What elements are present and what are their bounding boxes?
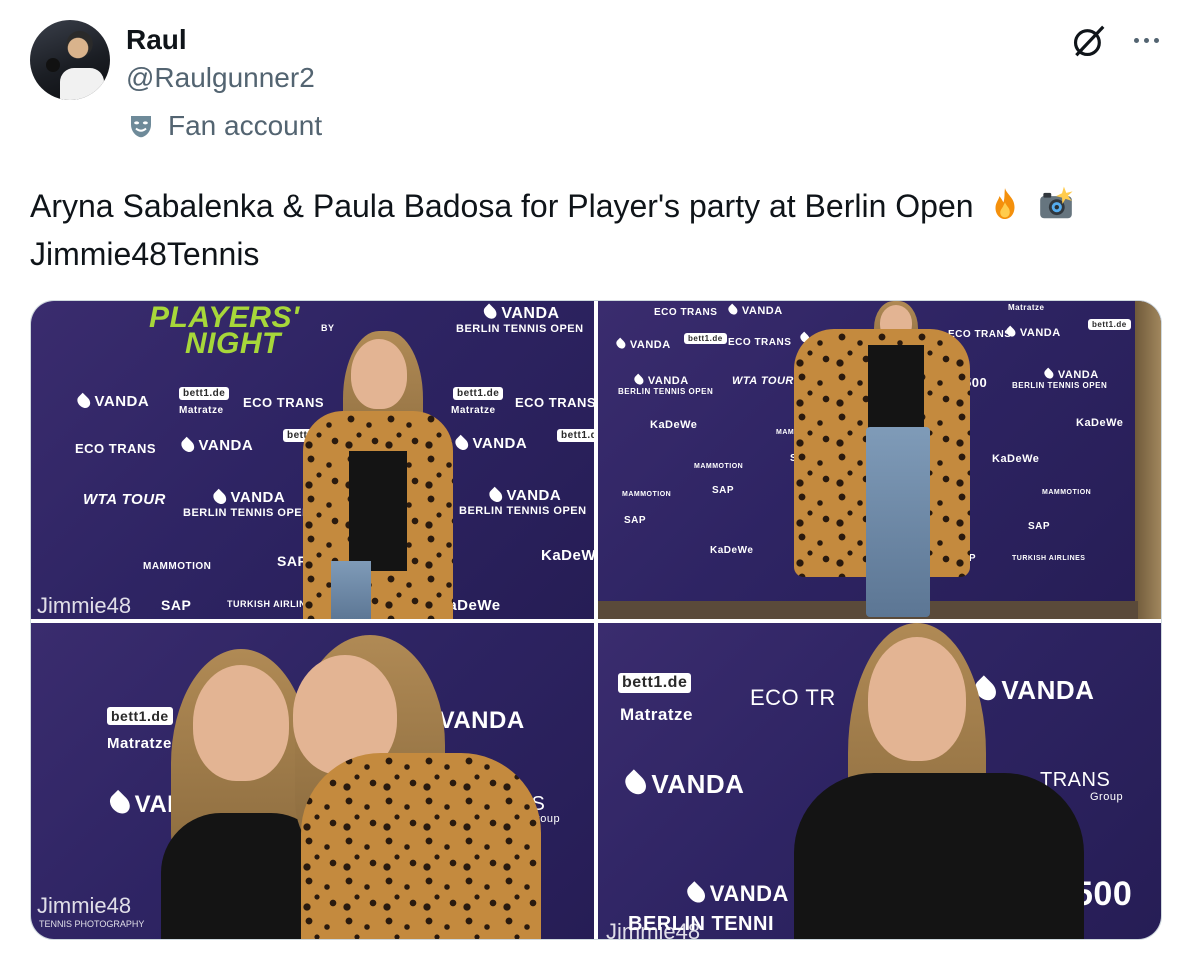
logo-vanda: VANDA <box>181 437 253 454</box>
logo-sap: SAP <box>1028 521 1051 532</box>
logo-sap: SAP <box>712 485 735 496</box>
logo-turkish-airlines: TURKISH AIRLINES <box>1012 555 1086 562</box>
account-label: Fan account <box>126 110 322 142</box>
logo-vanda: VANDA <box>1044 369 1099 381</box>
photographer-watermark: Jimmie48 <box>606 919 701 940</box>
logo-ecotrans: ECO TRANS <box>75 441 157 456</box>
logo-vanda: VANDA <box>616 339 671 351</box>
logo-bett1: bett1.de <box>1088 319 1131 330</box>
logo-wta-tour: WTA TOUR <box>83 491 166 508</box>
logo-kadewe: KaDeWe <box>1076 417 1124 429</box>
photographer-watermark: Jimmie48 <box>37 893 132 918</box>
logo-ecotrans: ECO TR <box>750 685 836 710</box>
display-name[interactable]: Raul <box>126 24 187 56</box>
logo-group: Group <box>1090 791 1124 803</box>
logo-berlin-tennis-open: BERLIN TENNIS OPEN <box>456 323 584 335</box>
logo-mammotion: MAMMOTION <box>694 463 744 470</box>
grok-icon[interactable] <box>1070 22 1108 60</box>
logo-berlin-tennis-open: BERLIN TENNIS OPEN <box>1012 381 1108 390</box>
logo-vanda: VANDA <box>728 305 783 317</box>
players-night-headline: PLAYERS' NIGHT <box>149 301 300 360</box>
logo-kadewe: KaDeWe <box>650 419 698 431</box>
logo-bett1: bett1.de <box>618 673 692 693</box>
logo-vanda: VANDA <box>686 881 789 907</box>
logo-bett1: bett1.de <box>107 707 173 725</box>
logo-ecotrans: ECO TRANS <box>728 337 792 348</box>
logo-vanda: VANDA <box>455 435 527 452</box>
logo-kadewe: KaDeWe <box>992 453 1040 465</box>
photo-4[interactable]: bett1.de Matratze ECO TR VANDA VANDA TRA… <box>598 623 1161 940</box>
by-label: BY <box>321 323 335 333</box>
logo-matratze: Matratze <box>620 705 693 724</box>
logo-berlin-tennis-open: BERLIN TENNIS OPEN <box>459 505 587 517</box>
logo-matratze: Matratze <box>1008 303 1045 312</box>
more-options-icon[interactable] <box>1126 22 1166 58</box>
tweet-text: Aryna Sabalenka & Paula Badosa for Playe… <box>30 182 1170 278</box>
logo-kadewe: KaDeWe <box>710 545 754 556</box>
logo-matratze: Matratze <box>179 405 224 416</box>
logo-sap: SAP <box>161 597 192 613</box>
tweet-text-line2: Jimmie48Tennis <box>30 236 260 272</box>
camera-flash-emoji-icon <box>1040 186 1073 219</box>
logo-vanda: VANDA <box>483 305 560 323</box>
avatar-mic <box>46 58 60 72</box>
photo-3[interactable]: bett1.de Matratze VANDA VANDA TRANS Grou… <box>31 623 594 939</box>
photo-2[interactable]: ECO TRANS VANDA Matratze VANDA bett1.de … <box>598 301 1161 619</box>
logo-vanda: VANDA <box>489 487 561 504</box>
photographer-watermark: Jimmie48 <box>37 593 132 618</box>
theater-mask-icon <box>131 116 151 138</box>
logo-vanda: VANDA <box>213 489 285 506</box>
logo-kadewe: KaDeWe <box>541 547 594 564</box>
logo-matratze: Matratze <box>451 405 496 416</box>
tweet: Raul @Raulgunner2 Fan account Aryna Saba… <box>0 0 1192 958</box>
logo-vanda: VANDA <box>77 393 149 410</box>
logo-wta-tour: WTA TOUR <box>732 375 794 387</box>
logo-bett1: bett1.de <box>684 333 727 344</box>
logo-vanda: VANDA <box>1006 327 1061 339</box>
logo-ecotrans: ECO TRANS <box>515 395 594 410</box>
logo-vanda: VANDA <box>974 675 1094 706</box>
logo-mammotion: MAMMOTION <box>1042 489 1092 496</box>
logo-bett1: bett1.de <box>557 429 594 442</box>
logo-mammotion: MAMMOTION <box>622 491 672 498</box>
logo-berlin-tennis-open: BERLIN TENNIS OPEN <box>183 507 311 519</box>
user-handle[interactable]: @Raulgunner2 <box>126 62 315 94</box>
photo-1[interactable]: PLAYERS' NIGHT BY VANDA BERLIN TENNIS OP… <box>31 301 594 619</box>
logo-ecotrans: ECO TRANS <box>243 395 325 410</box>
avatar-shirt <box>60 68 104 100</box>
logo-vanda: VANDA <box>634 375 689 387</box>
account-label-text: Fan account <box>168 110 323 141</box>
logo-bett1: bett1.de <box>453 387 504 400</box>
media-grid: PLAYERS' NIGHT BY VANDA BERLIN TENNIS OP… <box>30 300 1162 940</box>
logo-berlin-tennis-open: BERLIN TENNIS OPEN <box>618 387 714 396</box>
logo-sap: SAP <box>624 515 647 526</box>
logo-ecotrans: ECO TRANS <box>654 307 718 318</box>
fire-emoji-icon <box>995 188 1015 220</box>
logo-bett1: bett1.de <box>179 387 230 400</box>
logo-matratze: Matratze <box>107 735 172 752</box>
avatar[interactable] <box>30 20 110 100</box>
logo-ecotrans: ECO TRANS <box>948 329 1012 340</box>
logo-mammotion: MAMMOTION <box>143 561 212 572</box>
tweet-text-line1: Aryna Sabalenka & Paula Badosa for Playe… <box>30 188 974 224</box>
logo-vanda: VANDA <box>624 769 744 800</box>
photographer-watermark-sub: TENNIS PHOTOGRAPHY <box>39 919 145 929</box>
